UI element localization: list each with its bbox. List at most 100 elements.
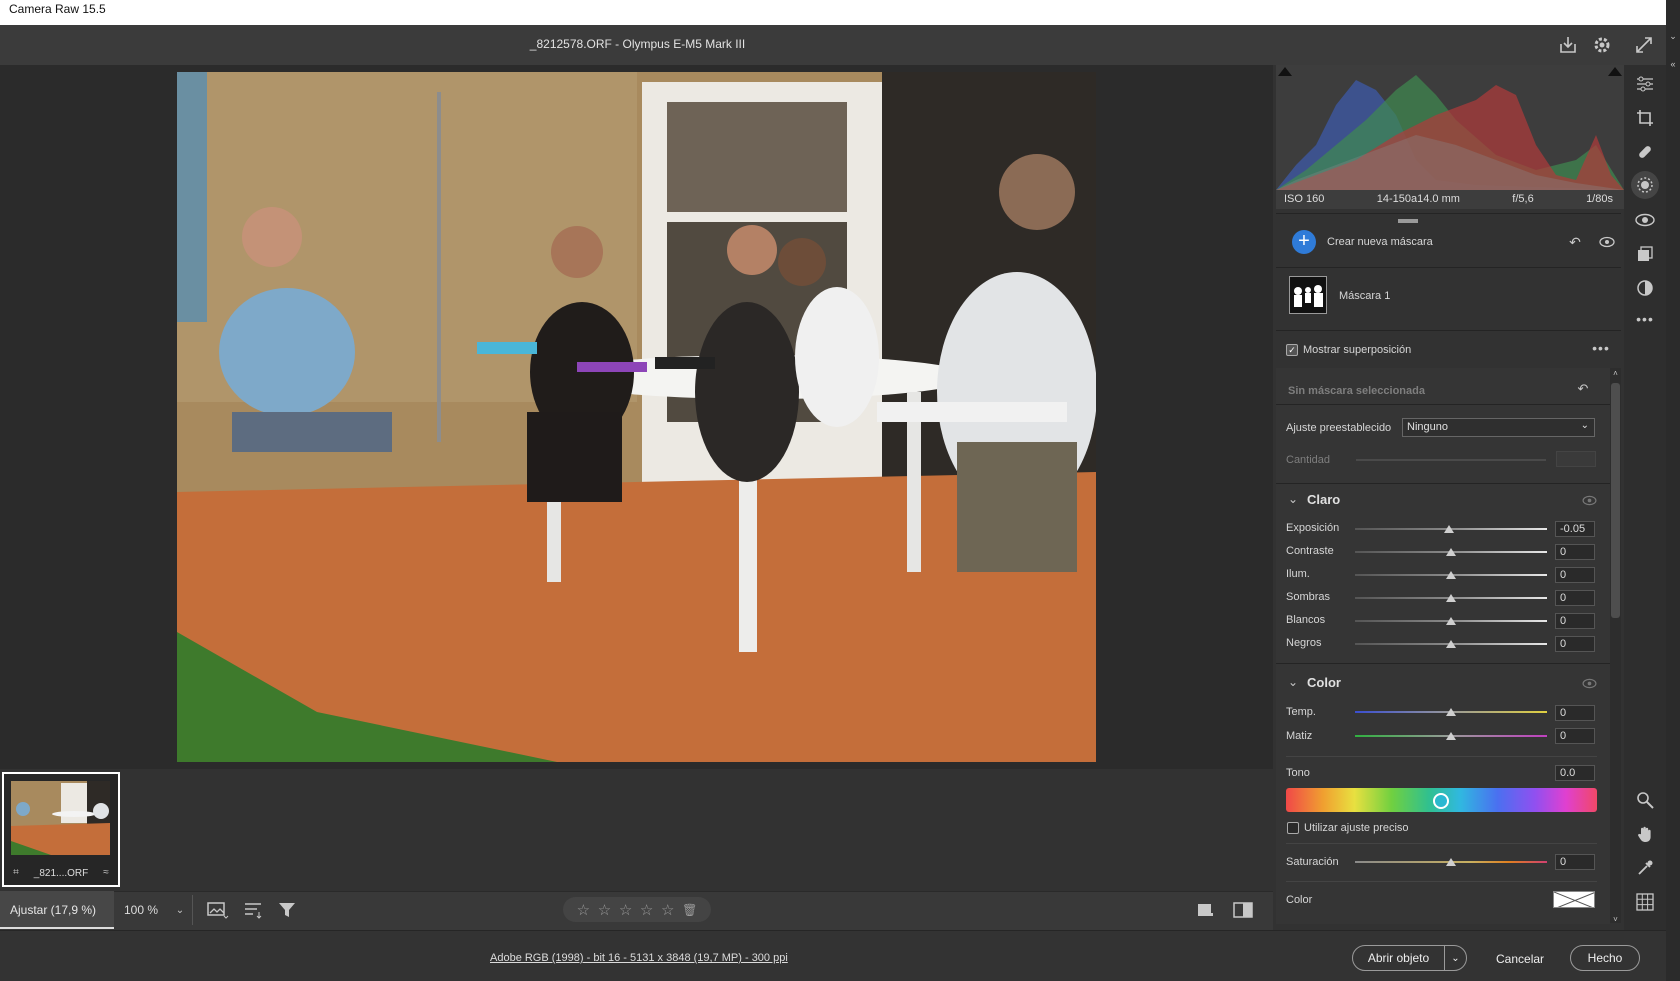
light-section-title[interactable]: Claro [1307, 492, 1340, 507]
scrollbar-thumb[interactable] [1611, 383, 1620, 618]
open-object-label: Abrir objeto [1367, 951, 1430, 965]
light-slider-thumb[interactable] [1446, 571, 1456, 579]
light-slider-value[interactable]: 0 [1555, 636, 1595, 652]
done-button[interactable]: Hecho [1570, 945, 1640, 971]
save-icon[interactable] [1556, 33, 1580, 57]
saturation-slider-thumb[interactable] [1446, 858, 1456, 866]
show-overlay-checkbox[interactable]: ✓ [1286, 344, 1298, 356]
light-slider-thumb[interactable] [1446, 617, 1456, 625]
mask-thumbnail[interactable] [1289, 276, 1327, 314]
zoom-level[interactable]: 100 % [124, 903, 158, 917]
cancel-button[interactable]: Cancelar [1496, 952, 1544, 966]
compare-view-icon[interactable] [1232, 900, 1254, 920]
trash-icon[interactable]: 🗑 [682, 903, 697, 917]
collapse-icon[interactable]: « [1667, 58, 1679, 70]
amount-slider [1356, 459, 1546, 461]
star-rating[interactable]: ☆ ☆ ☆ ☆ ☆ 🗑 [563, 897, 711, 922]
preset-select[interactable]: Ninguno ⌄ [1402, 418, 1595, 437]
eye-icon[interactable] [1598, 233, 1616, 251]
scroll-up-icon[interactable]: ˄ [1611, 368, 1620, 378]
saturation-value[interactable]: 0 [1555, 854, 1595, 870]
os-window-edge: ⌄ « [1666, 0, 1680, 981]
star-icon[interactable]: ☆ [577, 901, 590, 919]
hue-thumb[interactable] [1433, 793, 1449, 809]
light-slider-thumb[interactable] [1446, 640, 1456, 648]
hue-value[interactable]: 0.0 [1555, 765, 1595, 781]
color-sampler-icon[interactable] [1632, 855, 1658, 881]
gear-icon[interactable] [1590, 33, 1614, 57]
fullscreen-icon[interactable] [1632, 33, 1656, 57]
scroll-down-icon[interactable]: ˅ [1611, 914, 1620, 924]
reset-icon[interactable]: ↶ [1572, 380, 1594, 398]
photo-preview[interactable] [177, 72, 1096, 762]
create-mask-row[interactable]: + Crear nueva máscara ↶ [1276, 222, 1621, 264]
iso-value: ISO 160 [1284, 193, 1325, 205]
tint-slider-thumb[interactable] [1446, 732, 1456, 740]
color-swatch[interactable] [1553, 891, 1595, 908]
open-object-button[interactable]: Abrir objeto ⌄ [1352, 945, 1467, 971]
aperture-value: f/5,6 [1512, 193, 1534, 205]
light-slider-thumb[interactable] [1446, 548, 1456, 556]
eye-icon[interactable] [1580, 493, 1598, 507]
chevron-down-icon[interactable]: ⌄ [1444, 945, 1466, 971]
light-slider-label: Negros [1286, 637, 1322, 649]
light-slider-thumb[interactable] [1446, 594, 1456, 602]
shadow-clipping-icon[interactable] [1278, 67, 1292, 76]
preset-label: Ajuste preestablecido [1286, 422, 1392, 434]
chevron-down-icon[interactable]: ⌄ [1667, 30, 1679, 42]
light-slider-label: Blancos [1286, 614, 1326, 626]
tint-value[interactable]: 0 [1555, 728, 1595, 744]
star-icon[interactable]: ☆ [619, 901, 632, 919]
healing-brush-icon[interactable] [1632, 139, 1658, 165]
filmstrip-thumbnail[interactable]: ⌗ _821....ORF ≈ [2, 772, 120, 887]
show-overlay-label: Mostrar superposición [1303, 344, 1412, 356]
light-slider-value[interactable]: 0 [1555, 590, 1595, 606]
red-eye-icon[interactable] [1632, 207, 1658, 233]
snapshots-icon[interactable] [1632, 241, 1658, 267]
workflow-options-link[interactable]: Adobe RGB (1998) - bit 16 - 5131 x 3848 … [490, 952, 788, 964]
more-tools-icon[interactable]: ••• [1632, 309, 1658, 329]
light-slider-label: Ilum. [1286, 568, 1310, 580]
more-options-icon[interactable]: ••• [1590, 340, 1612, 356]
eye-icon[interactable] [1580, 676, 1598, 690]
temp-slider-thumb[interactable] [1446, 708, 1456, 716]
star-icon[interactable]: ☆ [640, 901, 653, 919]
hand-tool-icon[interactable] [1632, 821, 1658, 847]
highlight-clipping-icon[interactable] [1608, 67, 1622, 76]
amount-label: Cantidad [1286, 454, 1331, 466]
light-slider-value[interactable]: -0.05 [1555, 521, 1595, 537]
masking-tool-icon[interactable] [1631, 171, 1659, 199]
crop-tool-icon[interactable] [1632, 105, 1658, 131]
filter-icon[interactable] [276, 900, 298, 920]
grid-overlay-icon[interactable] [1632, 889, 1658, 915]
light-slider-value[interactable]: 0 [1555, 544, 1595, 560]
light-slider-thumb[interactable] [1444, 525, 1455, 533]
star-icon[interactable]: ☆ [661, 901, 674, 919]
chevron-down-icon[interactable]: ⌄ [1287, 492, 1299, 506]
star-icon[interactable]: ☆ [598, 901, 611, 919]
mask-name[interactable]: Máscara 1 [1339, 290, 1390, 302]
fit-zoom-button[interactable]: Ajustar (17,9 %) [0, 891, 114, 929]
shutter-value: 1/80s [1586, 193, 1613, 205]
chevron-down-icon[interactable]: ⌄ [1287, 675, 1299, 689]
reset-icon[interactable]: ↶ [1566, 233, 1584, 251]
zoom-tool-icon[interactable] [1632, 787, 1658, 813]
edit-sliders-icon[interactable] [1632, 71, 1658, 97]
sort-icon[interactable] [242, 900, 264, 920]
zoom-dropdown-icon[interactable]: ⌄ [174, 903, 186, 917]
hue-label: Tono [1286, 767, 1310, 779]
light-slider-value[interactable]: 0 [1555, 613, 1595, 629]
color-section-title[interactable]: Color [1307, 675, 1341, 690]
add-mask-icon[interactable]: + [1292, 230, 1316, 254]
edited-icon: ≈ [103, 866, 109, 878]
temp-label: Temp. [1286, 706, 1316, 718]
light-slider-label: Sombras [1286, 591, 1331, 603]
presets-icon[interactable] [1632, 275, 1658, 301]
light-slider-value[interactable]: 0 [1555, 567, 1595, 583]
temp-value[interactable]: 0 [1555, 705, 1595, 721]
preset-value: Ninguno [1407, 421, 1448, 433]
single-view-icon[interactable] [1194, 900, 1216, 920]
filmstrip-menu-icon[interactable] [206, 900, 230, 920]
fine-adjust-checkbox[interactable] [1287, 822, 1299, 834]
thumbnail-image [11, 781, 110, 855]
